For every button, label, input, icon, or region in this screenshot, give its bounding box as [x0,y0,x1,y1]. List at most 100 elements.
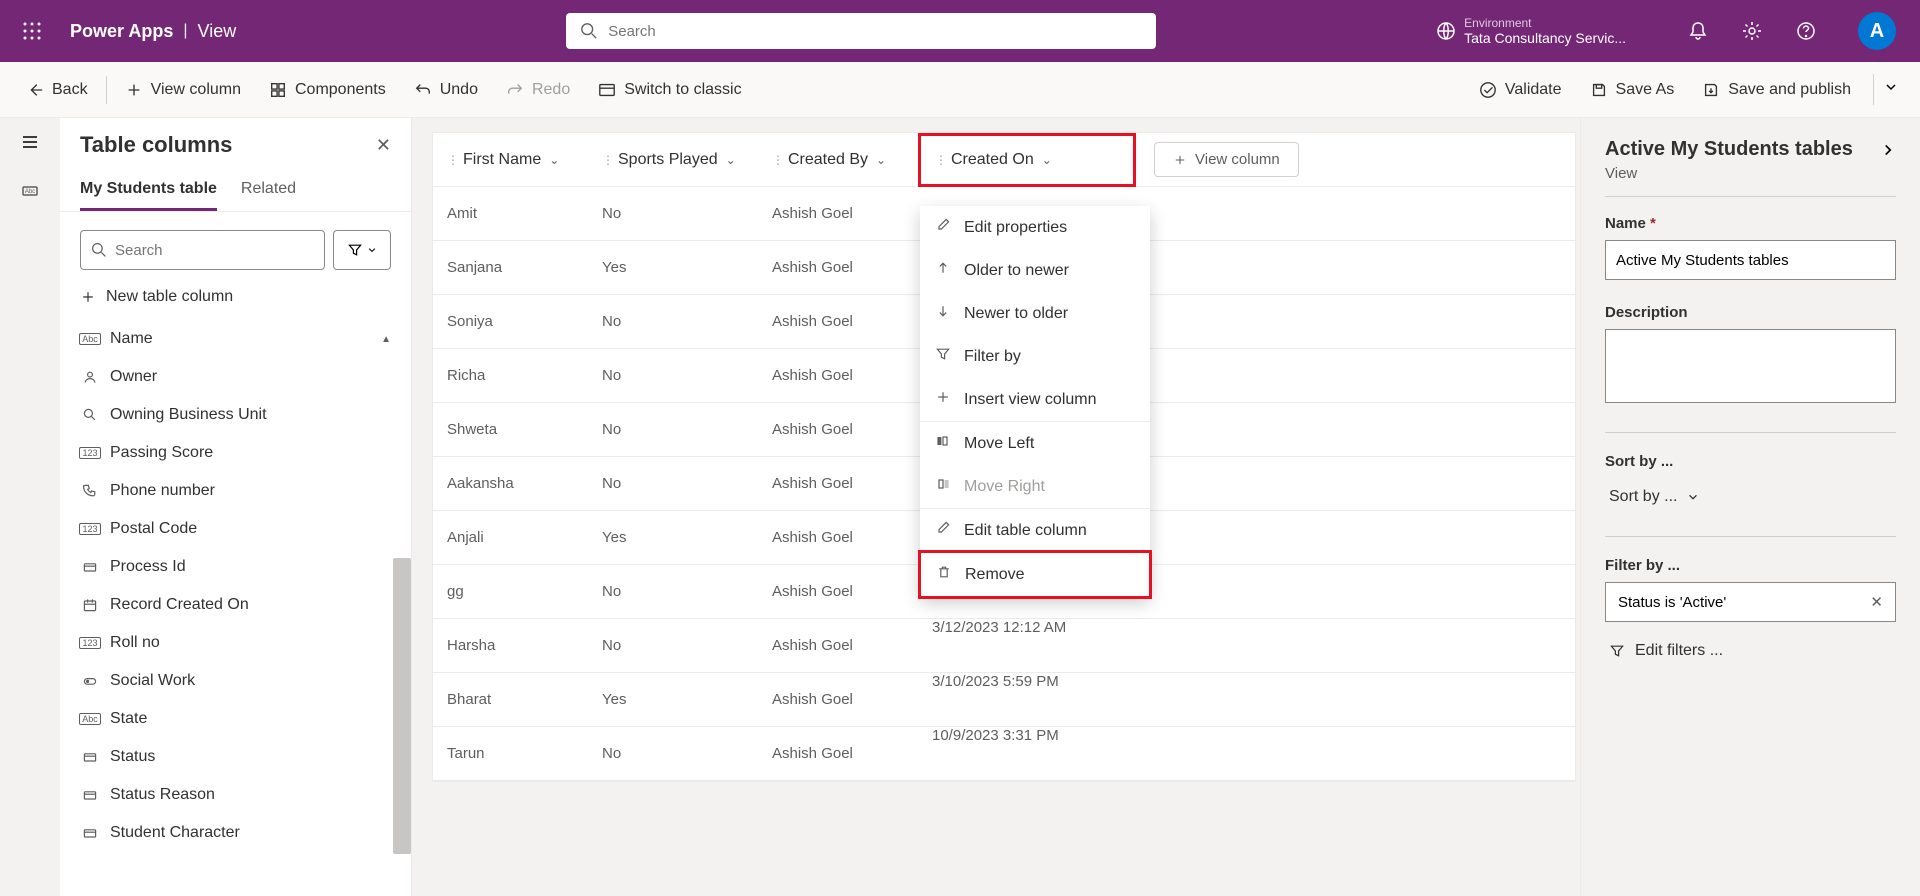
ctx-filter-by[interactable]: Filter by [920,335,1150,378]
cell-first-name: Tarun [433,745,588,762]
switch-classic-button[interactable]: Switch to classic [584,75,755,105]
properties-panel: Active My Students tables View Name * De… [1580,118,1920,896]
props-subtitle: View [1605,165,1896,197]
column-item[interactable]: Owner [60,358,411,396]
save-as-button[interactable]: Save As [1576,75,1689,105]
filter-status-active[interactable]: Status is 'Active' ✕ [1605,582,1896,622]
ctx-insert-view-column[interactable]: Insert view column [920,378,1150,421]
column-header-created-on[interactable]: ⋮Created On⌄ [918,133,1136,187]
column-label: Social Work [110,672,195,690]
ctx-older-to-newer[interactable]: Older to newer [920,249,1150,292]
column-type-icon [80,559,100,575]
search-input[interactable] [608,23,1142,40]
column-label: Postal Code [110,520,197,538]
ctx-move-left[interactable]: Move Left [920,422,1150,465]
notifications-icon[interactable] [1686,19,1710,43]
cell-first-name: Harsha [433,637,588,654]
app-header: Power Apps | View Environment Tata Consu… [0,0,1920,62]
column-item[interactable]: 123Postal Code [60,510,411,548]
tree-icon[interactable]: Abc [0,166,60,214]
column-header-first-name[interactable]: ⋮First Name⌄ [433,133,588,186]
cell-created-by: Ashish Goel [758,259,918,276]
user-avatar[interactable]: A [1858,12,1896,50]
cell-created-by: Ashish Goel [758,745,918,762]
table-row[interactable]: Tarun No Ashish Goel 10/9/2023 3:31 PM [433,727,1575,781]
ctx-move-right: Move Right [920,465,1150,508]
global-search[interactable] [566,13,1156,49]
left-rail: Abc [0,118,60,896]
column-filter-button[interactable] [333,230,391,270]
waffle-menu[interactable] [12,11,52,51]
cell-created-by: Ashish Goel [758,421,918,438]
undo-button[interactable]: Undo [400,75,492,105]
column-type-icon [80,483,100,499]
column-header-sports-played[interactable]: ⋮Sports Played⌄ [588,133,758,186]
table-row[interactable]: Harsha No Ashish Goel 3/12/2023 12:12 AM [433,619,1575,673]
edit-filters-button[interactable]: Edit filters ... [1605,636,1896,666]
column-header-created-by[interactable]: ⋮Created By⌄ [758,133,918,186]
column-item[interactable]: Process Id [60,548,411,586]
column-label: Record Created On [110,596,249,614]
column-label: Roll no [110,634,160,652]
column-label: Passing Score [110,444,213,462]
column-search-input[interactable] [115,242,314,259]
column-item[interactable]: Student Character [60,814,411,852]
help-icon[interactable] [1794,19,1818,43]
column-item[interactable]: AbcState [60,700,411,738]
hamburger-icon[interactable] [0,118,60,166]
column-item[interactable]: 123Passing Score [60,434,411,472]
cell-sports: Yes [588,691,758,708]
cell-sports: No [588,421,758,438]
sort-by-button[interactable]: Sort by ... [1605,478,1896,516]
panel-title: Table columns [80,132,232,158]
column-item[interactable]: Phone number [60,472,411,510]
new-table-column-button[interactable]: New table column [60,288,411,320]
cell-first-name: Anjali [433,529,588,546]
scrollbar-thumb[interactable] [393,558,411,854]
back-button[interactable]: Back [12,75,102,105]
column-context-menu: Edit properties Older to newer Newer to … [920,206,1150,597]
cell-created-by: Ashish Goel [758,367,918,384]
command-overflow[interactable] [1873,74,1908,105]
name-input[interactable] [1605,240,1896,280]
remove-filter-icon[interactable]: ✕ [1870,593,1883,611]
cell-created-on: 3/12/2023 12:12 AM [918,619,1136,673]
cell-first-name: Bharat [433,691,588,708]
description-input[interactable] [1605,329,1896,403]
components-button[interactable]: Components [255,75,400,105]
column-search[interactable] [80,230,325,270]
description-label: Description [1605,304,1896,321]
column-type-icon [80,787,100,803]
table-row[interactable]: Bharat Yes Ashish Goel 3/10/2023 5:59 PM [433,673,1575,727]
add-view-column-button[interactable]: View column [1154,142,1299,177]
column-item[interactable]: AbcName▲ [60,320,411,358]
columns-list[interactable]: AbcName▲Owner Owning Business Unit 123Pass… [60,320,411,880]
redo-button: Redo [492,75,584,105]
column-label: Owning Business Unit [110,406,267,424]
column-item[interactable]: Record Created On [60,586,411,624]
ctx-edit-properties[interactable]: Edit properties [920,206,1150,249]
cell-sports: No [588,475,758,492]
tab-my-students[interactable]: My Students table [80,170,217,211]
column-item[interactable]: Owning Business Unit [60,396,411,434]
column-type-icon: Abc [80,711,100,727]
column-item[interactable]: Status [60,738,411,776]
cell-created-by: Ashish Goel [758,637,918,654]
environment-picker[interactable]: Environment Tata Consultancy Servic... [1436,16,1626,46]
tab-related[interactable]: Related [241,170,296,211]
ctx-edit-table-column[interactable]: Edit table column [920,509,1150,552]
save-publish-button[interactable]: Save and publish [1688,75,1865,105]
view-column-button[interactable]: View column [111,75,255,105]
column-item[interactable]: Social Work [60,662,411,700]
validate-button[interactable]: Validate [1465,75,1576,105]
column-item[interactable]: 123Roll no [60,624,411,662]
chevron-right-icon[interactable] [1880,142,1896,158]
ctx-remove[interactable]: Remove [918,550,1152,599]
app-title: Power Apps [70,21,173,42]
close-panel-button[interactable]: ✕ [376,135,391,156]
column-item[interactable]: Status Reason [60,776,411,814]
settings-icon[interactable] [1740,19,1764,43]
cell-created-by: Ashish Goel [758,529,918,546]
ctx-newer-to-older[interactable]: Newer to older [920,292,1150,335]
cell-created-by: Ashish Goel [758,583,918,600]
